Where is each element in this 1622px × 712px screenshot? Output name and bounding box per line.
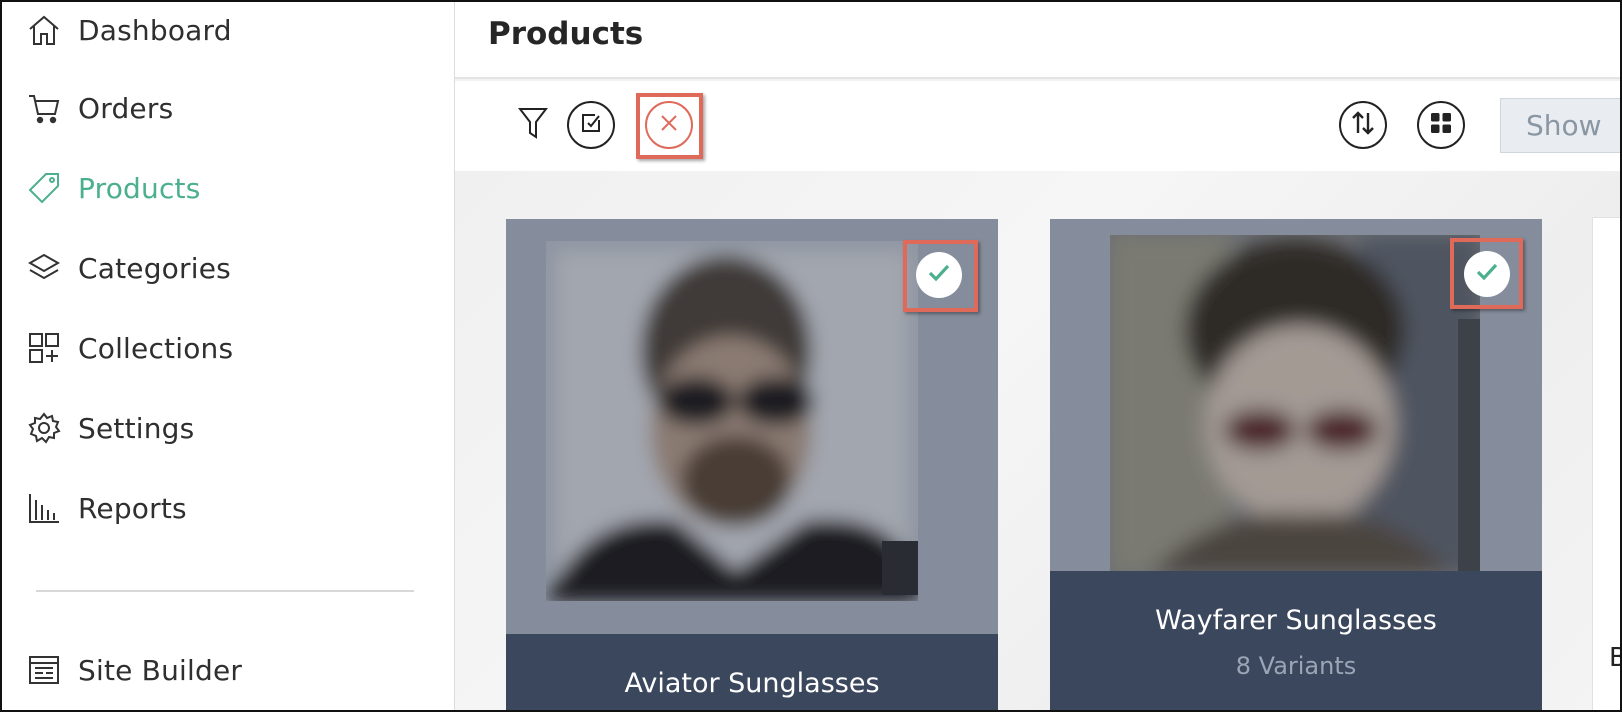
cart-icon (26, 90, 62, 126)
sidebar: Dashboard Orders Products Categories Col (2, 2, 455, 710)
home-icon (26, 12, 62, 48)
sidebar-item-dashboard[interactable]: Dashboard (26, 8, 232, 52)
partial-card-text: B (1609, 643, 1620, 673)
main-panel: Products Show Aviator Sunglasses Wayfare… (455, 2, 1620, 710)
product-card-aviator[interactable]: Aviator Sunglasses (506, 219, 998, 710)
filter-button[interactable] (515, 101, 551, 149)
sidebar-item-collections[interactable]: Collections (26, 326, 233, 370)
sidebar-item-label: Settings (78, 411, 195, 445)
check-icon (926, 260, 952, 290)
sidebar-item-label: Site Builder (78, 653, 243, 687)
grid-view-button[interactable] (1417, 101, 1465, 149)
show-button[interactable]: Show (1500, 98, 1620, 153)
sidebar-item-label: Orders (78, 91, 174, 125)
grid-view-icon (1430, 112, 1452, 138)
product-name: Aviator Sunglasses (624, 668, 880, 699)
product-variants: 8 Variants (1235, 652, 1357, 680)
product-image (1110, 235, 1480, 573)
site-builder-icon (26, 652, 62, 688)
sidebar-divider (36, 590, 414, 592)
sidebar-item-products[interactable]: Products (26, 166, 201, 210)
tag-icon (26, 170, 62, 206)
product-grid: Aviator Sunglasses Wayfarer Sunglasses 8… (455, 171, 1620, 710)
check-icon (1474, 259, 1500, 289)
sidebar-item-site-builder[interactable]: Site Builder (26, 648, 242, 692)
app-window: Dashboard Orders Products Categories Col (0, 0, 1622, 712)
product-image (546, 241, 918, 601)
sort-icon (1349, 109, 1377, 141)
toolbar: Show (455, 81, 1620, 171)
sidebar-item-label: Categories (78, 251, 231, 285)
sidebar-item-label: Reports (78, 491, 187, 525)
sidebar-item-label: Collections (78, 331, 234, 365)
sidebar-item-categories[interactable]: Categories (26, 246, 231, 290)
gear-icon (26, 410, 62, 446)
product-name: Wayfarer Sunglasses (1155, 605, 1437, 636)
sidebar-item-label: Products (78, 171, 201, 205)
page-header: Products (455, 2, 1620, 79)
clear-selection-button[interactable] (645, 101, 693, 149)
sidebar-item-orders[interactable]: Orders (26, 86, 173, 130)
card-footer: Wayfarer Sunglasses 8 Variants (1050, 571, 1542, 710)
select-all-icon (579, 111, 603, 139)
layers-icon (26, 250, 62, 286)
close-circle-icon (657, 111, 681, 139)
card-footer: Aviator Sunglasses (506, 634, 998, 710)
product-card-wayfarer[interactable]: Wayfarer Sunglasses 8 Variants (1050, 219, 1542, 710)
sidebar-item-label: Dashboard (78, 13, 232, 47)
selected-checkmark[interactable] (916, 252, 962, 298)
collections-icon (26, 330, 62, 366)
selected-checkmark[interactable] (1464, 251, 1510, 297)
sidebar-item-reports[interactable]: Reports (26, 486, 187, 530)
filter-icon (517, 106, 549, 144)
sort-button[interactable] (1339, 101, 1387, 149)
select-all-button[interactable] (567, 101, 615, 149)
product-card-partial[interactable]: B (1592, 217, 1620, 710)
bar-chart-icon (26, 490, 62, 526)
page-title: Products (488, 16, 644, 52)
sidebar-item-settings[interactable]: Settings (26, 406, 194, 450)
